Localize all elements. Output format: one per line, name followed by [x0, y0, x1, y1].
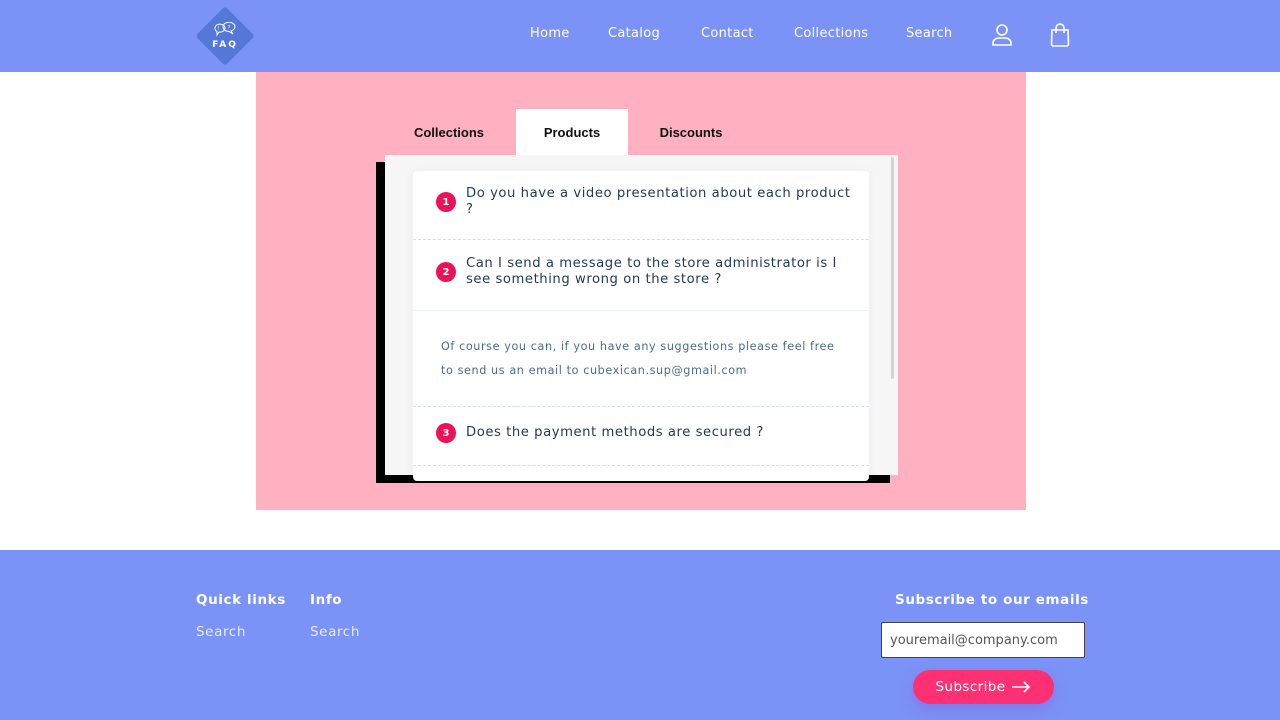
tab-discounts[interactable]: Discounts	[632, 109, 750, 155]
nav-collections[interactable]: Collections	[794, 26, 868, 41]
user-icon	[992, 24, 1012, 46]
scrollbar[interactable]	[891, 157, 894, 379]
newsletter-heading: Subscribe to our emails	[895, 592, 1089, 608]
answer-line: to send us an email to cubexican.sup@gma…	[441, 364, 748, 377]
logo[interactable]: ! ? FAQ	[196, 7, 254, 65]
nav-contact[interactable]: Contact	[701, 26, 754, 41]
email-input[interactable]	[881, 622, 1085, 658]
faq-list: 1 Do you have a video presentation about…	[413, 171, 869, 481]
speech-bubbles-icon: ! ?	[214, 22, 236, 37]
site-footer	[0, 550, 1280, 720]
faq-item[interactable]: 1 Do you have a video presentation about…	[413, 171, 869, 240]
nav-search[interactable]: Search	[906, 26, 952, 41]
nav-home[interactable]: Home	[530, 26, 570, 41]
cart-button[interactable]	[1048, 22, 1072, 48]
info-heading: Info	[310, 592, 343, 608]
faq-item-expanded[interactable]: 2 Can I send a message to the store admi…	[413, 240, 869, 407]
tab-products[interactable]: Products	[516, 109, 628, 155]
subscribe-button[interactable]: Subscribe	[913, 670, 1054, 704]
faq-answer: Of course you can, if you have any sugge…	[441, 335, 856, 383]
faq-question[interactable]: Does the payment methods are secured ?	[466, 425, 851, 441]
answer-line: Of course you can, if you have any sugge…	[441, 340, 835, 353]
account-button[interactable]	[990, 22, 1014, 48]
faq-item[interactable]: 3 Does the payment methods are secured ?	[413, 407, 869, 466]
tab-collections[interactable]: Collections	[386, 109, 512, 155]
subscribe-label: Subscribe	[935, 679, 1006, 695]
svg-text:!: !	[218, 26, 219, 32]
faq-question[interactable]: Can I send a message to the store admini…	[466, 256, 851, 287]
faq-question[interactable]: Do you have a video presentation about e…	[466, 186, 851, 217]
nav-catalog[interactable]: Catalog	[608, 26, 660, 41]
quick-link-search[interactable]: Search	[196, 624, 246, 640]
svg-text:?: ?	[228, 25, 231, 31]
quick-links-heading: Quick links	[196, 592, 286, 608]
logo-text: FAQ	[212, 40, 238, 50]
shopping-bag-icon	[1050, 23, 1070, 47]
info-link-search[interactable]: Search	[310, 624, 360, 640]
number-badge: 2	[436, 262, 456, 282]
site-header: ! ? FAQ Home Catalog Contact Collections…	[0, 0, 1280, 72]
answer-divider	[413, 310, 869, 311]
number-badge: 1	[436, 192, 456, 212]
number-badge: 3	[436, 423, 456, 443]
arrow-right-icon	[1012, 681, 1031, 693]
